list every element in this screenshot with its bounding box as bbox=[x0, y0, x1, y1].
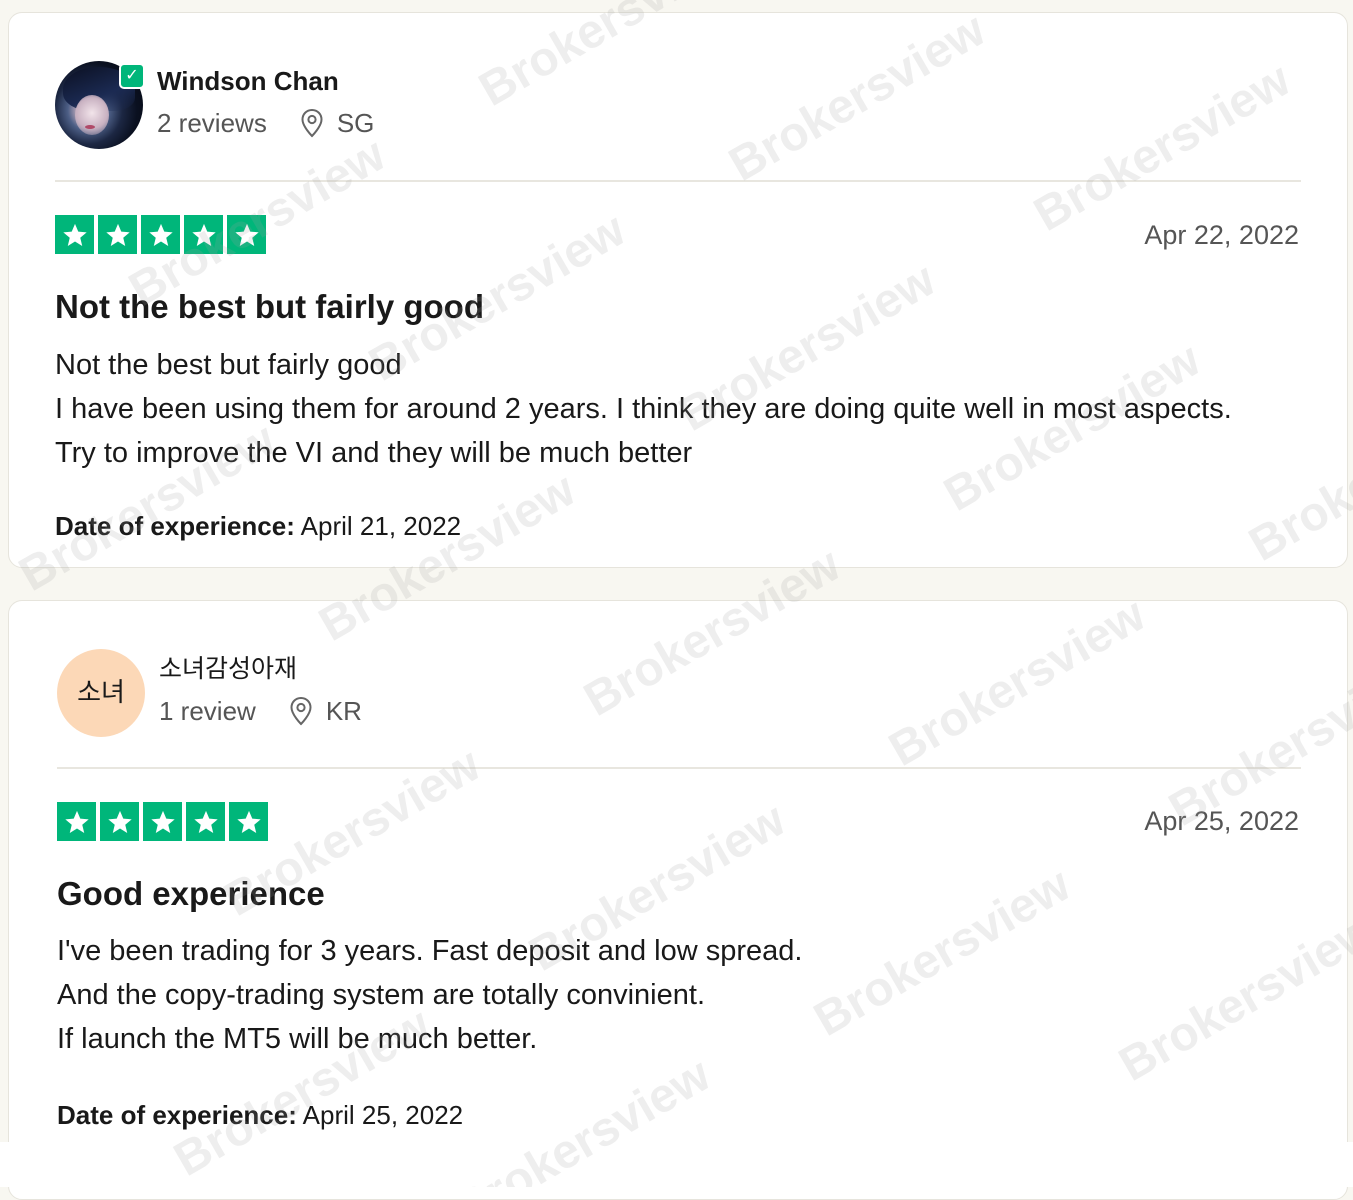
experience-label: Date of experience: bbox=[57, 1100, 297, 1130]
user-avatar[interactable]: 소녀 bbox=[57, 649, 145, 737]
star-rating bbox=[57, 802, 272, 841]
review-body: I've been trading for 3 years. Fast depo… bbox=[57, 929, 1277, 1061]
star-icon bbox=[227, 215, 266, 254]
review-count: 1 review bbox=[159, 696, 256, 726]
star-icon bbox=[57, 802, 96, 841]
user-info: 소녀감성아재 1 review KR bbox=[159, 654, 362, 728]
user-meta: 2 reviews SG bbox=[157, 106, 374, 140]
location-pin-icon bbox=[288, 696, 314, 726]
star-icon bbox=[100, 802, 139, 841]
user-info: Windson Chan 2 reviews SG bbox=[157, 66, 374, 140]
star-icon bbox=[184, 215, 223, 254]
review-date: Apr 22, 2022 bbox=[1144, 220, 1299, 250]
review-count: 2 reviews bbox=[157, 108, 267, 138]
reviewer-header: ✓ Windson Chan 2 reviews SG bbox=[55, 61, 374, 149]
user-country: SG bbox=[336, 108, 375, 138]
review-text-line: I've been trading for 3 years. Fast depo… bbox=[57, 935, 803, 967]
date-of-experience: Date of experience: April 21, 2022 bbox=[55, 509, 461, 543]
verified-check-icon: ✓ bbox=[119, 63, 145, 89]
experience-date: April 21, 2022 bbox=[300, 511, 462, 541]
review-card: ✓ Windson Chan 2 reviews SG Apr 22, 2022… bbox=[8, 12, 1348, 568]
reviewer-header: 소녀 소녀감성아재 1 review KR bbox=[57, 649, 362, 737]
experience-date: April 25, 2022 bbox=[302, 1100, 464, 1130]
review-date: Apr 25, 2022 bbox=[1144, 806, 1299, 836]
star-rating bbox=[55, 215, 270, 254]
star-icon bbox=[98, 215, 137, 254]
review-text-line: I have been using them for around 2 year… bbox=[55, 393, 1232, 469]
avatar-face bbox=[75, 95, 109, 135]
user-country: KR bbox=[325, 696, 362, 726]
review-body: Not the best but fairly good I have been… bbox=[55, 343, 1275, 475]
user-meta: 1 review KR bbox=[159, 694, 362, 728]
star-icon bbox=[143, 802, 182, 841]
experience-label: Date of experience: bbox=[55, 511, 295, 541]
star-icon bbox=[186, 802, 225, 841]
divider bbox=[57, 767, 1301, 769]
avatar-lip bbox=[85, 125, 95, 129]
star-icon bbox=[229, 802, 268, 841]
user-avatar[interactable]: ✓ bbox=[55, 61, 145, 149]
review-text-line: If launch the MT5 will be much better. bbox=[57, 1023, 538, 1055]
star-icon bbox=[141, 215, 180, 254]
location-pin-icon bbox=[299, 108, 325, 138]
star-icon bbox=[55, 215, 94, 254]
divider bbox=[55, 180, 1301, 182]
date-of-experience: Date of experience: April 25, 2022 bbox=[57, 1098, 463, 1132]
review-text-line: Not the best but fairly good bbox=[55, 349, 402, 381]
page-bottom bbox=[0, 1142, 1353, 1187]
user-name[interactable]: 소녀감성아재 bbox=[159, 652, 362, 686]
review-text-line: And the copy-trading system are totally … bbox=[57, 979, 705, 1011]
review-card: 소녀 소녀감성아재 1 review KR Apr 25, 2022 Good … bbox=[8, 600, 1348, 1200]
review-title[interactable]: Good experience bbox=[57, 872, 325, 916]
review-title[interactable]: Not the best but fairly good bbox=[55, 285, 484, 329]
user-name[interactable]: Windson Chan bbox=[157, 64, 374, 98]
